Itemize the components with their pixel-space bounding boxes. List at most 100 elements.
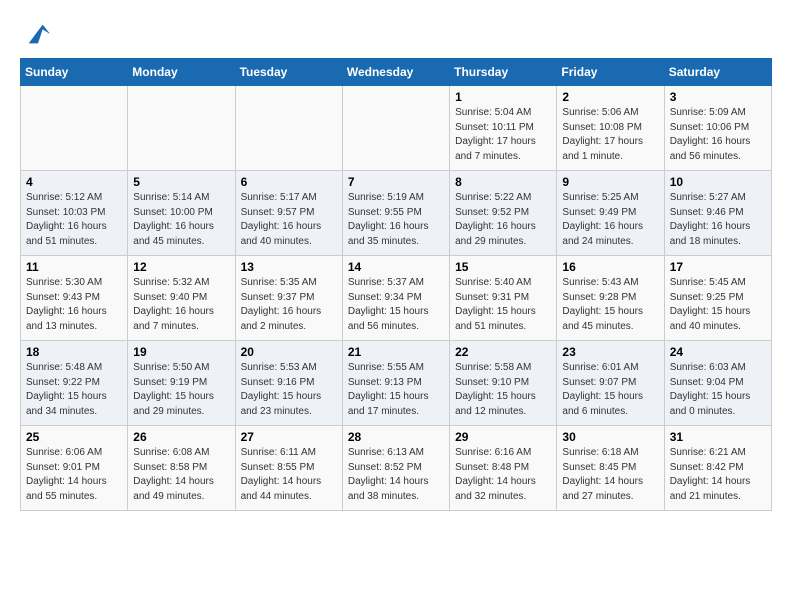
calendar-day-cell: 14 Sunrise: 5:37 AM Sunset: 9:34 PM Dayli… (342, 256, 449, 341)
day-number: 22 (455, 345, 551, 359)
day-number: 11 (26, 260, 122, 274)
calendar-day-cell: 16Sunrise: 5:43 AM Sunset: 9:28 PM Dayli… (557, 256, 664, 341)
day-number: 27 (241, 430, 337, 444)
day-number: 28 (348, 430, 444, 444)
day-info: Sunrise: 5:32 AM Sunset: 9:40 PM Dayligh… (133, 276, 229, 334)
calendar-day-cell: 8 Sunrise: 5:22 AM Sunset: 9:52 PM Daylig… (450, 171, 557, 256)
calendar-week-row: 18 Sunrise: 5:48 AM Sunset: 9:22 PM Dayli… (21, 341, 772, 426)
day-number: 20 (241, 345, 337, 359)
calendar-day-cell (235, 86, 342, 171)
calendar-week-row: 11 Sunrise: 5:30 AM Sunset: 9:43 PM Dayli… (21, 256, 772, 341)
day-info: Sunrise: 6:21 AM Sunset: 8:42 PM Dayligh… (670, 446, 766, 504)
day-number: 14 (348, 260, 444, 274)
calendar-day-cell: 31 Sunrise: 6:21 AM Sunset: 8:42 PM Dayli… (664, 426, 771, 511)
day-number: 30 (562, 430, 658, 444)
day-info: Sunrise: 6:01 AM Sunset: 9:07 PM Dayligh… (562, 361, 658, 419)
page-header (20, 20, 772, 48)
day-number: 13 (241, 260, 337, 274)
day-number: 26 (133, 430, 229, 444)
day-number: 4 (26, 175, 122, 189)
calendar-day-cell: 29 Sunrise: 6:16 AM Sunset: 8:48 PM Dayli… (450, 426, 557, 511)
day-info: Sunrise: 5:43 AM Sunset: 9:28 PM Dayligh… (562, 276, 658, 334)
calendar-day-cell: 26 Sunrise: 6:08 AM Sunset: 8:58 PM Dayli… (128, 426, 235, 511)
calendar-day-cell: 13Sunrise: 5:35 AM Sunset: 9:37 PM Dayli… (235, 256, 342, 341)
calendar-day-cell: 24Sunrise: 6:03 AM Sunset: 9:04 PM Dayli… (664, 341, 771, 426)
day-info: Sunrise: 6:13 AM Sunset: 8:52 PM Dayligh… (348, 446, 444, 504)
calendar-day-cell: 3Sunrise: 5:09 AM Sunset: 10:06 PM Dayli… (664, 86, 771, 171)
day-info: Sunrise: 5:45 AM Sunset: 9:25 PM Dayligh… (670, 276, 766, 334)
calendar-day-cell: 30 Sunrise: 6:18 AM Sunset: 8:45 PM Dayli… (557, 426, 664, 511)
day-info: Sunrise: 5:53 AM Sunset: 9:16 PM Dayligh… (241, 361, 337, 419)
calendar-day-cell: 9Sunrise: 5:25 AM Sunset: 9:49 PM Daylig… (557, 171, 664, 256)
calendar-day-cell (342, 86, 449, 171)
logo (20, 20, 52, 48)
day-number: 6 (241, 175, 337, 189)
calendar-day-cell (21, 86, 128, 171)
calendar-day-cell (128, 86, 235, 171)
day-info: Sunrise: 5:37 AM Sunset: 9:34 PM Dayligh… (348, 276, 444, 334)
day-number: 8 (455, 175, 551, 189)
day-info: Sunrise: 6:18 AM Sunset: 8:45 PM Dayligh… (562, 446, 658, 504)
day-info: Sunrise: 5:27 AM Sunset: 9:46 PM Dayligh… (670, 191, 766, 249)
day-info: Sunrise: 5:48 AM Sunset: 9:22 PM Dayligh… (26, 361, 122, 419)
day-info: Sunrise: 5:30 AM Sunset: 9:43 PM Dayligh… (26, 276, 122, 334)
calendar-day-cell: 19 Sunrise: 5:50 AM Sunset: 9:19 PM Dayli… (128, 341, 235, 426)
day-info: Sunrise: 5:19 AM Sunset: 9:55 PM Dayligh… (348, 191, 444, 249)
calendar-day-cell: 12 Sunrise: 5:32 AM Sunset: 9:40 PM Dayli… (128, 256, 235, 341)
calendar-day-cell: 1 Sunrise: 5:04 AM Sunset: 10:11 PM Dayli… (450, 86, 557, 171)
logo-icon (24, 20, 52, 48)
day-number: 7 (348, 175, 444, 189)
day-number: 24 (670, 345, 766, 359)
day-number: 15 (455, 260, 551, 274)
calendar-day-cell: 23 Sunrise: 6:01 AM Sunset: 9:07 PM Dayli… (557, 341, 664, 426)
calendar-table: SundayMondayTuesdayWednesdayThursdayFrid… (20, 58, 772, 511)
calendar-header-thursday: Thursday (450, 59, 557, 86)
calendar-day-cell: 22 Sunrise: 5:58 AM Sunset: 9:10 PM Dayli… (450, 341, 557, 426)
day-number: 12 (133, 260, 229, 274)
calendar-day-cell: 2 Sunrise: 5:06 AM Sunset: 10:08 PM Dayli… (557, 86, 664, 171)
day-number: 23 (562, 345, 658, 359)
calendar-day-cell: 7 Sunrise: 5:19 AM Sunset: 9:55 PM Daylig… (342, 171, 449, 256)
calendar-header-row: SundayMondayTuesdayWednesdayThursdayFrid… (21, 59, 772, 86)
day-number: 29 (455, 430, 551, 444)
calendar-header-friday: Friday (557, 59, 664, 86)
day-info: Sunrise: 5:40 AM Sunset: 9:31 PM Dayligh… (455, 276, 551, 334)
calendar-day-cell: 5Sunrise: 5:14 AM Sunset: 10:00 PM Dayli… (128, 171, 235, 256)
day-number: 2 (562, 90, 658, 104)
calendar-day-cell: 21 Sunrise: 5:55 AM Sunset: 9:13 PM Dayli… (342, 341, 449, 426)
calendar-day-cell: 4Sunrise: 5:12 AM Sunset: 10:03 PM Dayli… (21, 171, 128, 256)
calendar-day-cell: 11 Sunrise: 5:30 AM Sunset: 9:43 PM Dayli… (21, 256, 128, 341)
day-info: Sunrise: 5:09 AM Sunset: 10:06 PM Daylig… (670, 106, 766, 164)
calendar-header-wednesday: Wednesday (342, 59, 449, 86)
calendar-day-cell: 25Sunrise: 6:06 AM Sunset: 9:01 PM Dayli… (21, 426, 128, 511)
calendar-day-cell: 10Sunrise: 5:27 AM Sunset: 9:46 PM Dayli… (664, 171, 771, 256)
calendar-day-cell: 6Sunrise: 5:17 AM Sunset: 9:57 PM Daylig… (235, 171, 342, 256)
day-number: 17 (670, 260, 766, 274)
calendar-week-row: 25Sunrise: 6:06 AM Sunset: 9:01 PM Dayli… (21, 426, 772, 511)
day-info: Sunrise: 6:16 AM Sunset: 8:48 PM Dayligh… (455, 446, 551, 504)
day-number: 9 (562, 175, 658, 189)
day-info: Sunrise: 5:04 AM Sunset: 10:11 PM Daylig… (455, 106, 551, 164)
calendar-week-row: 4Sunrise: 5:12 AM Sunset: 10:03 PM Dayli… (21, 171, 772, 256)
calendar-day-cell: 20 Sunrise: 5:53 AM Sunset: 9:16 PM Dayli… (235, 341, 342, 426)
day-info: Sunrise: 5:50 AM Sunset: 9:19 PM Dayligh… (133, 361, 229, 419)
day-info: Sunrise: 5:58 AM Sunset: 9:10 PM Dayligh… (455, 361, 551, 419)
day-number: 31 (670, 430, 766, 444)
day-number: 21 (348, 345, 444, 359)
calendar-header-tuesday: Tuesday (235, 59, 342, 86)
day-number: 19 (133, 345, 229, 359)
calendar-day-cell: 17 Sunrise: 5:45 AM Sunset: 9:25 PM Dayli… (664, 256, 771, 341)
day-number: 18 (26, 345, 122, 359)
day-info: Sunrise: 6:08 AM Sunset: 8:58 PM Dayligh… (133, 446, 229, 504)
calendar-header-monday: Monday (128, 59, 235, 86)
day-number: 5 (133, 175, 229, 189)
calendar-header-saturday: Saturday (664, 59, 771, 86)
calendar-day-cell: 27Sunrise: 6:11 AM Sunset: 8:55 PM Dayli… (235, 426, 342, 511)
day-info: Sunrise: 6:06 AM Sunset: 9:01 PM Dayligh… (26, 446, 122, 504)
day-number: 1 (455, 90, 551, 104)
day-info: Sunrise: 5:06 AM Sunset: 10:08 PM Daylig… (562, 106, 658, 164)
calendar-day-cell: 18 Sunrise: 5:48 AM Sunset: 9:22 PM Dayli… (21, 341, 128, 426)
day-info: Sunrise: 5:22 AM Sunset: 9:52 PM Dayligh… (455, 191, 551, 249)
day-info: Sunrise: 5:55 AM Sunset: 9:13 PM Dayligh… (348, 361, 444, 419)
calendar-day-cell: 15 Sunrise: 5:40 AM Sunset: 9:31 PM Dayli… (450, 256, 557, 341)
